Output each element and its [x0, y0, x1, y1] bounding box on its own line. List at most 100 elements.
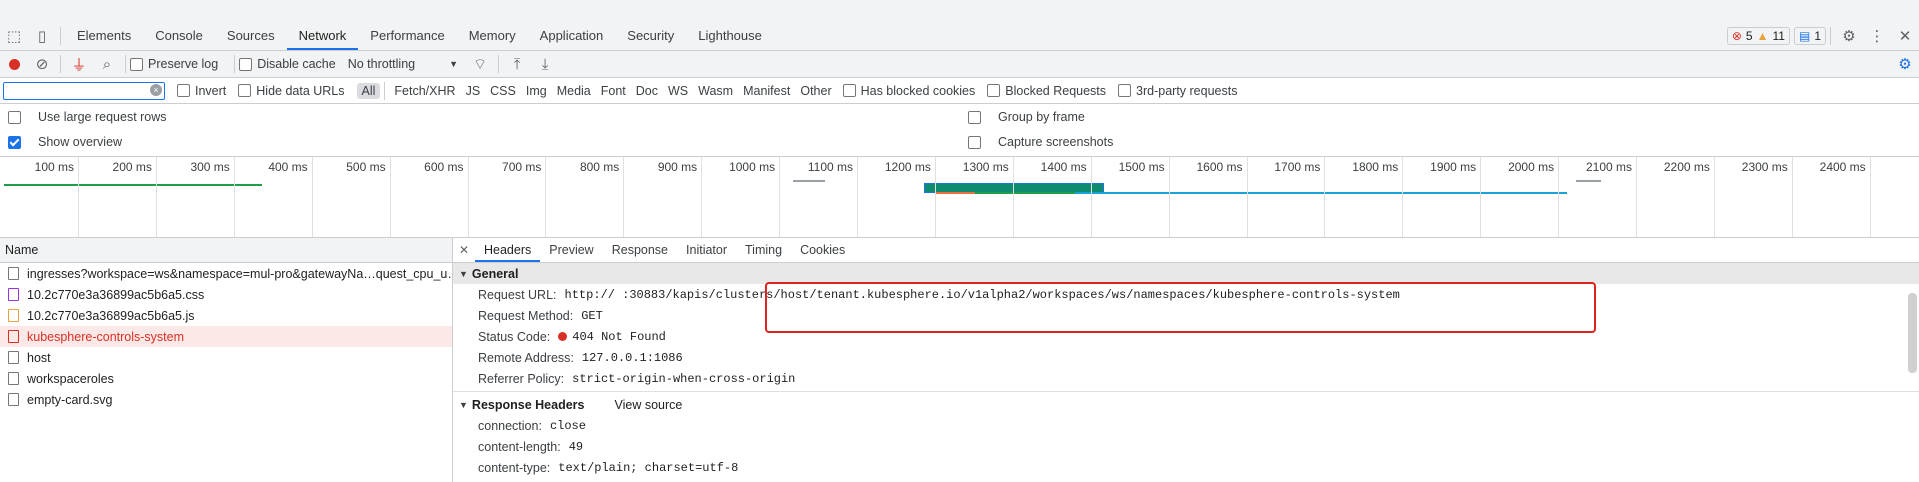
timeline-tick-label: 900 ms — [657, 160, 698, 174]
name-header-label: Name — [5, 243, 39, 257]
clear-filter-icon[interactable]: × — [150, 83, 162, 96]
clear-icon[interactable]: ⊘ — [28, 50, 56, 78]
name-column-header[interactable]: Name — [0, 238, 452, 263]
import-har-icon[interactable]: ⤒ — [503, 50, 531, 78]
timeline-gridline — [155, 157, 157, 237]
capture-screenshots-checkbox[interactable]: Capture screenshots — [968, 135, 1113, 149]
show-overview-checkbox[interactable]: Show overview — [8, 135, 122, 149]
file-icon — [8, 288, 19, 301]
request-row[interactable]: host — [0, 347, 452, 368]
group-by-frame-checkbox[interactable]: Group by frame — [968, 110, 1085, 124]
timeline-gridline — [545, 157, 547, 237]
tab-performance[interactable]: Performance — [358, 22, 456, 50]
filter-input[interactable]: × — [3, 81, 165, 100]
timeline-tick-label: 1900 ms — [1430, 160, 1477, 174]
details-tab-timing[interactable]: Timing — [736, 238, 791, 262]
filter-type-wasm[interactable]: Wasm — [693, 83, 738, 99]
large-rows-checkbox[interactable]: Use large request rows — [8, 110, 167, 124]
inspect-element-icon[interactable]: ⬚ — [0, 22, 28, 50]
close-details-icon[interactable]: ✕ — [453, 236, 475, 264]
content-length-value: 49 — [568, 439, 584, 454]
third-party-requests-checkbox[interactable]: 3rd-party requests — [1118, 84, 1237, 98]
more-options-icon[interactable]: ⋮ — [1863, 22, 1891, 50]
has-blocked-cookies-checkbox[interactable]: Has blocked cookies — [842, 84, 975, 98]
timeline-tick-label: 2000 ms — [1508, 160, 1555, 174]
request-method-value: GET — [581, 308, 603, 323]
content-type-value: text/plain; charset=utf-8 — [558, 460, 739, 475]
request-row[interactable]: ingresses?workspace=ws&namespace=mul-pro… — [0, 263, 452, 284]
filter-type-css[interactable]: CSS — [485, 83, 521, 99]
details-tab-cookies[interactable]: Cookies — [791, 238, 854, 262]
filter-type-fetch-xhr[interactable]: Fetch/XHR — [389, 83, 460, 99]
throttling-select[interactable]: No throttling ▼ — [348, 57, 458, 71]
timeline-gridline — [78, 157, 79, 237]
tab-elements[interactable]: Elements — [65, 22, 143, 50]
separator — [60, 27, 61, 45]
blocked-requests-checkbox[interactable]: Blocked Requests — [987, 84, 1106, 98]
warning-icon: ▲ — [1756, 29, 1769, 43]
details-tab-headers[interactable]: Headers — [475, 238, 541, 262]
request-row[interactable]: empty-card.svg — [0, 389, 452, 410]
details-tab-initiator[interactable]: Initiator — [677, 238, 736, 262]
details-tab-response[interactable]: Response — [603, 238, 677, 262]
warning-count: 11 — [1772, 29, 1785, 43]
request-row[interactable]: 10.2c770e3a36899ac5b6a5.js — [0, 305, 452, 326]
view-source-link[interactable]: View source — [614, 398, 682, 412]
tab-application[interactable]: Application — [528, 22, 616, 50]
devtools-tabbar: ⬚ ▯ Elements Console Sources Network Perform… — [0, 22, 1919, 51]
status-error-dot-icon — [558, 332, 568, 341]
settings-gear-icon[interactable]: ⚙ — [1835, 22, 1863, 50]
messages-counter[interactable]: ▤ 1 — [1793, 27, 1826, 45]
timeline-tick-label: 1400 ms — [1040, 160, 1087, 174]
timeline-bar — [4, 184, 262, 186]
timeline-tick-label: 1300 ms — [962, 160, 1009, 174]
timeline-tick-label: 1200 ms — [884, 160, 931, 174]
timeline-tick-label: 1500 ms — [1118, 160, 1165, 174]
filter-type-ws[interactable]: WS — [663, 83, 693, 99]
tab-sources[interactable]: Sources — [215, 22, 287, 50]
filter-type-manifest[interactable]: Manifest — [738, 83, 795, 99]
network-conditions-icon[interactable]: ⌔ — [466, 50, 494, 78]
filter-type-other[interactable]: Other — [795, 83, 836, 99]
request-row[interactable]: 10.2c770e3a36899ac5b6a5.css — [0, 284, 452, 305]
filter-type-img[interactable]: Img — [521, 83, 552, 99]
error-count: 5 — [1745, 29, 1753, 43]
device-toolbar-icon[interactable]: ▯ — [28, 22, 56, 50]
general-section-header[interactable]: ▼ General — [453, 263, 1919, 284]
request-name: ingresses?workspace=ws&namespace=mul-pro… — [27, 266, 452, 281]
tab-security[interactable]: Security — [615, 22, 686, 50]
tab-network[interactable]: Network — [286, 22, 359, 50]
record-icon[interactable] — [0, 50, 28, 78]
dropdown-arrow-icon: ▼ — [449, 59, 459, 69]
request-row[interactable]: kubesphere-controls-system — [0, 326, 452, 347]
filter-type-doc[interactable]: Doc — [631, 83, 663, 99]
disable-cache-checkbox[interactable]: Disable cache — [239, 57, 336, 71]
filter-type-media[interactable]: Media — [552, 83, 596, 99]
request-row[interactable]: workspaceroles — [0, 368, 452, 389]
tab-console[interactable]: Console — [143, 22, 215, 50]
response-headers-section-header[interactable]: ▼ Response Headers View source — [453, 394, 1919, 415]
filter-type-all[interactable]: All — [356, 82, 381, 99]
filter-type-font[interactable]: Font — [596, 83, 631, 99]
tab-memory[interactable]: Memory — [457, 22, 528, 50]
group-by-frame-label: Group by frame — [998, 110, 1085, 124]
timeline-tick-label: 200 ms — [112, 160, 152, 174]
details-scrollbar[interactable] — [1908, 293, 1917, 373]
search-icon[interactable]: ⌕ — [93, 50, 121, 78]
timeline-bar — [1576, 180, 1601, 182]
export-har-icon[interactable]: ⤓ — [531, 50, 559, 78]
invert-checkbox[interactable]: Invert — [177, 84, 226, 98]
network-settings-gear-icon[interactable]: ⚙ — [1891, 50, 1919, 78]
close-devtools-icon[interactable]: ✕ — [1891, 22, 1919, 50]
issues-counter[interactable]: ⊗ 5 ▲ 11 — [1726, 27, 1790, 45]
filter-type-js[interactable]: JS — [461, 83, 486, 99]
details-tab-preview[interactable]: Preview — [540, 238, 602, 262]
content-type-row: content-type: text/plain; charset=utf-8 — [453, 457, 1919, 478]
status-code-value: 404 Not Found — [572, 329, 666, 344]
preserve-log-checkbox[interactable]: Preserve log — [130, 57, 218, 71]
hide-data-urls-checkbox[interactable]: Hide data URLs — [238, 84, 345, 98]
tab-lighthouse[interactable]: Lighthouse — [686, 22, 774, 50]
filter-icon[interactable]: ⏚ — [65, 50, 93, 78]
highlight-annotation-box — [765, 282, 1596, 333]
timeline-overview[interactable]: 100 ms 200 ms 300 ms 400 ms 500 ms 600 ms 700 … — [0, 157, 1919, 238]
